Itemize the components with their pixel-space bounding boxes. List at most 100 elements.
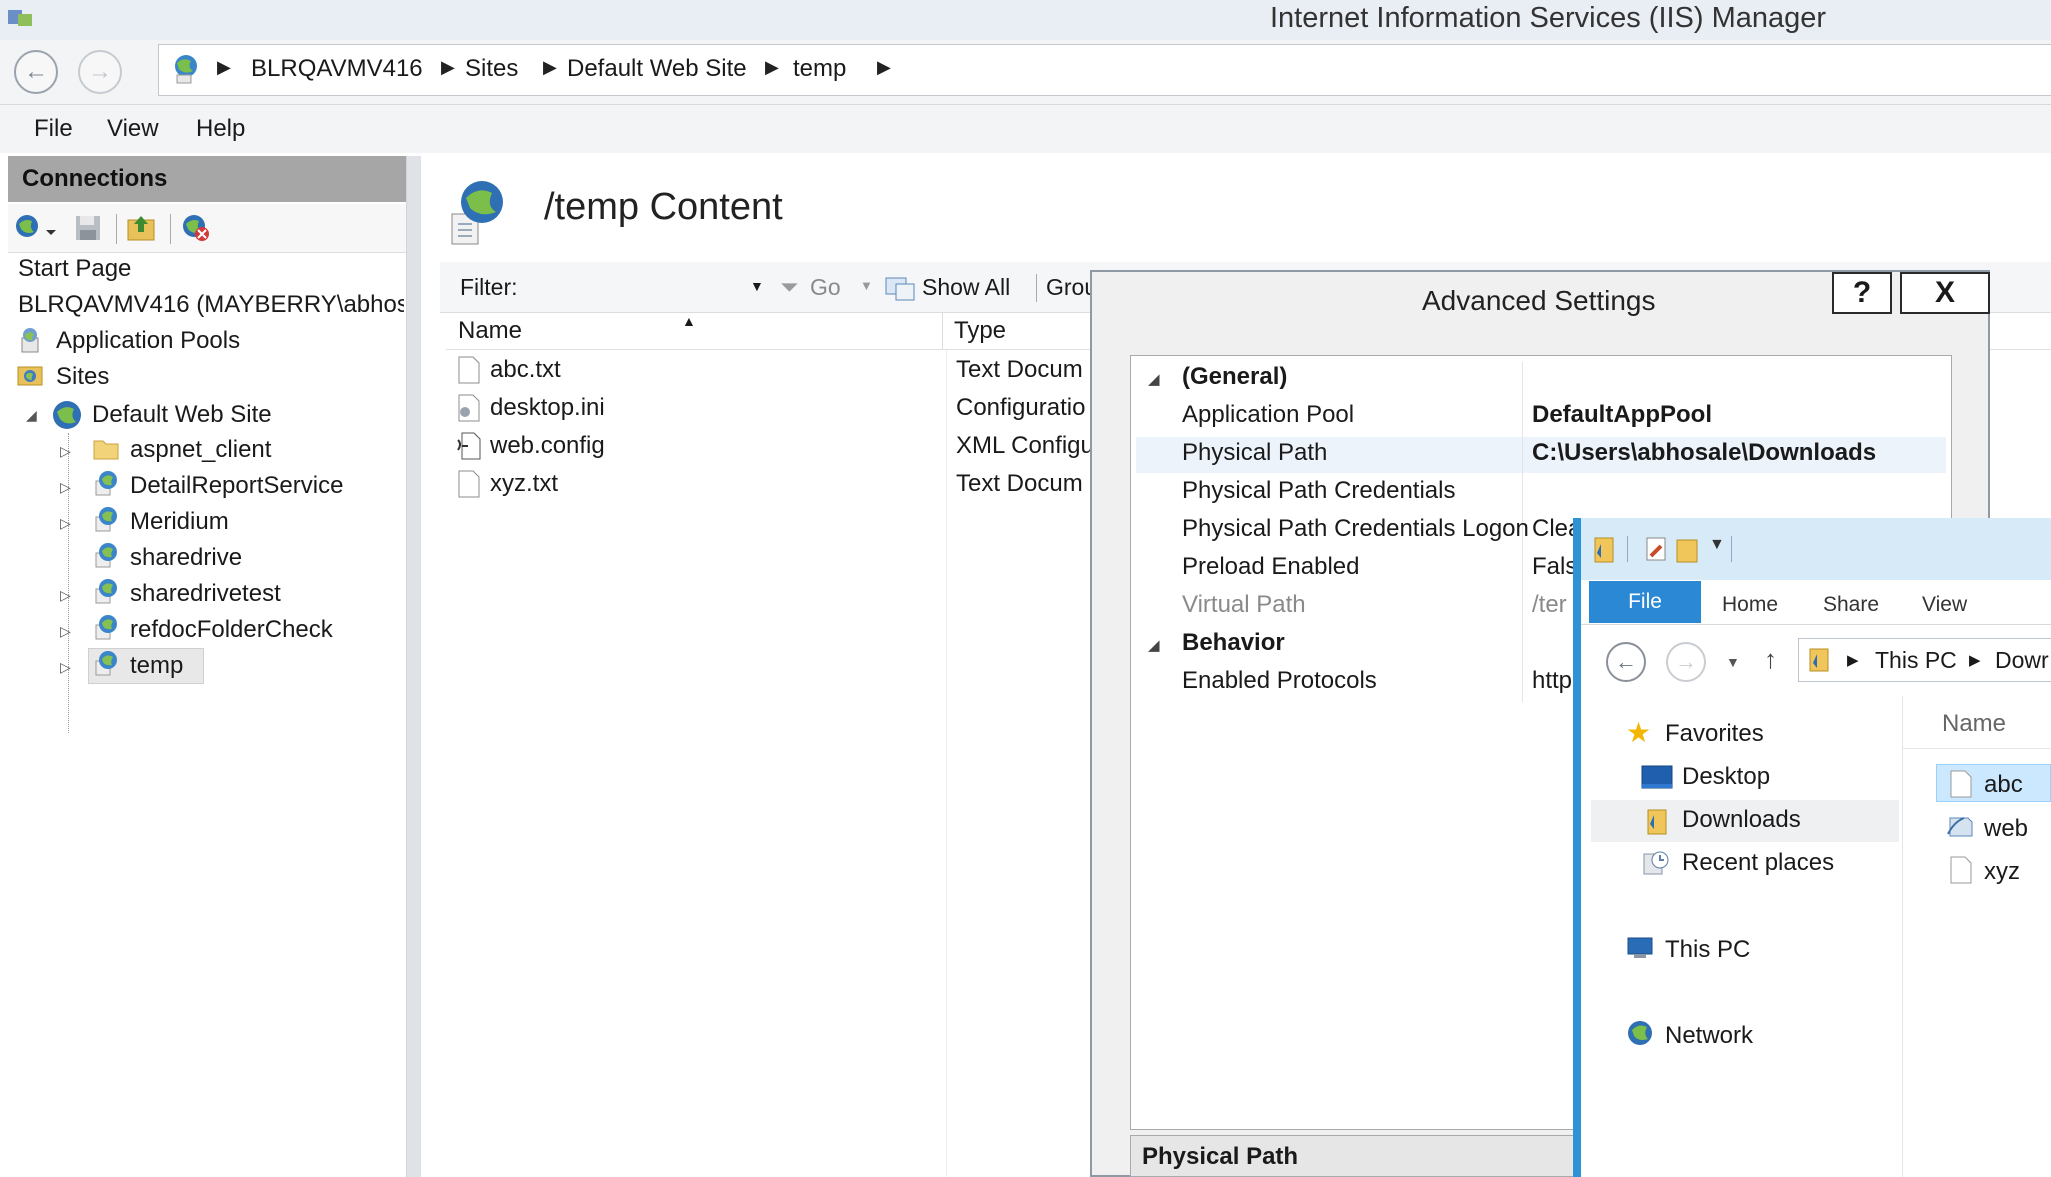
- property-value[interactable]: http: [1532, 667, 1572, 695]
- desktop-icon: [1641, 765, 1673, 789]
- expand-triangle-icon[interactable]: ▷: [60, 587, 71, 604]
- explorer-address-bar[interactable]: ▶ This PC ▶ Dowr: [1798, 638, 2051, 682]
- close-button[interactable]: X: [1900, 272, 1990, 314]
- new-folder-icon[interactable]: [1675, 534, 1699, 564]
- tree-server[interactable]: BLRQAVMV416 (MAYBERRY\abhosal: [18, 291, 404, 319]
- connect-globe-icon[interactable]: [14, 212, 58, 242]
- expand-triangle-icon[interactable]: ▷: [60, 443, 71, 460]
- config-file-icon: [456, 394, 480, 427]
- back-arrow-icon[interactable]: ←: [14, 50, 58, 94]
- collapse-triangle-icon[interactable]: ◢: [1148, 636, 1160, 654]
- nav-this-pc[interactable]: This PC: [1665, 936, 1750, 964]
- toolbar-divider: [170, 214, 171, 244]
- nav-recent-places[interactable]: Recent places: [1682, 849, 1834, 877]
- ribbon-tab-share[interactable]: Share: [1823, 593, 1879, 617]
- menu-file[interactable]: File: [34, 115, 73, 143]
- file-list-item[interactable]: xyz: [1984, 858, 2020, 886]
- help-button[interactable]: ?: [1832, 272, 1892, 314]
- nav-favorites[interactable]: Favorites: [1665, 720, 1764, 748]
- web-application-icon: [92, 541, 120, 569]
- breadcrumb-temp[interactable]: temp: [793, 55, 846, 83]
- property-name[interactable]: Physical Path Credentials: [1182, 477, 1455, 505]
- address-bar[interactable]: ▶ BLRQAVMV416 ▶ Sites ▶ Default Web Site…: [158, 44, 2051, 96]
- tree-aspnet-client[interactable]: aspnet_client: [130, 436, 271, 464]
- expand-triangle-icon[interactable]: ▷: [60, 623, 71, 640]
- breadcrumb-default-web-site[interactable]: Default Web Site: [567, 55, 747, 83]
- file-list-item[interactable]: web: [1984, 815, 2028, 843]
- tree-detailreportservice[interactable]: DetailReportService: [130, 472, 343, 500]
- breadcrumb-separator-icon[interactable]: ▶: [877, 57, 891, 78]
- property-value[interactable]: DefaultAppPool: [1532, 401, 1712, 429]
- explorer-pane-divider[interactable]: [1902, 696, 1903, 1177]
- show-all-button[interactable]: Show All: [922, 274, 1010, 301]
- up-folder-icon[interactable]: [126, 212, 156, 242]
- expand-triangle-icon[interactable]: ▷: [60, 515, 71, 532]
- tree-sharedrive[interactable]: sharedrive: [130, 544, 242, 572]
- file-row-name[interactable]: xyz.txt: [490, 470, 558, 498]
- filter-input[interactable]: [540, 270, 750, 302]
- nav-network[interactable]: Network: [1665, 1022, 1753, 1050]
- header-divider: [1902, 748, 2051, 749]
- toolbar-divider: [116, 214, 117, 244]
- menu-view[interactable]: View: [107, 115, 159, 143]
- go-dropdown-icon[interactable]: ▼: [860, 278, 873, 293]
- panel-splitter[interactable]: [406, 156, 421, 1177]
- file-list-item[interactable]: abc: [1984, 771, 2023, 799]
- ribbon-tab-home[interactable]: Home: [1722, 593, 1778, 617]
- customize-toolbar-icon[interactable]: ▼: [1709, 536, 1725, 554]
- breadcrumb-sites[interactable]: Sites: [465, 55, 518, 83]
- forward-arrow-icon[interactable]: →: [1666, 642, 1706, 682]
- save-icon[interactable]: [74, 214, 102, 242]
- section-behavior[interactable]: Behavior: [1182, 629, 1285, 657]
- property-value[interactable]: C:\Users\abhosale\Downloads: [1532, 439, 1876, 467]
- tree-application-pools[interactable]: Application Pools: [56, 327, 240, 355]
- disconnect-globe-icon[interactable]: [180, 212, 212, 244]
- breadcrumb-server[interactable]: BLRQAVMV416: [251, 55, 423, 83]
- tree-refdocfoldercheck[interactable]: refdocFolderCheck: [130, 616, 333, 644]
- property-name[interactable]: Preload Enabled: [1182, 553, 1359, 581]
- expand-triangle-icon[interactable]: ▷: [60, 479, 71, 496]
- recent-locations-icon[interactable]: ▼: [1726, 654, 1740, 670]
- column-type-header[interactable]: Type: [954, 317, 1006, 345]
- property-value[interactable]: Fals: [1532, 553, 1577, 581]
- nav-downloads[interactable]: Downloads: [1682, 806, 1801, 834]
- go-button[interactable]: Go: [810, 274, 841, 301]
- file-row-name[interactable]: abc.txt: [490, 356, 561, 384]
- section-general[interactable]: (General): [1182, 363, 1287, 391]
- property-name[interactable]: Enabled Protocols: [1182, 667, 1377, 695]
- tree-meridium[interactable]: Meridium: [130, 508, 229, 536]
- property-name[interactable]: Application Pool: [1182, 401, 1354, 429]
- tree-sharedrivetest[interactable]: sharedrivetest: [130, 580, 281, 608]
- tree-default-web-site[interactable]: Default Web Site: [92, 401, 272, 429]
- tree-temp[interactable]: temp: [130, 652, 183, 680]
- property-name[interactable]: Physical Path Credentials Logon: [1182, 515, 1529, 543]
- up-arrow-icon[interactable]: ↑: [1764, 644, 1777, 675]
- breadcrumb-this-pc[interactable]: This PC: [1875, 647, 1957, 674]
- breadcrumb-separator-icon: ▶: [217, 57, 231, 77]
- page-title: /temp Content: [544, 186, 783, 228]
- properties-icon[interactable]: [1643, 534, 1671, 564]
- collapse-triangle-icon[interactable]: ◢: [26, 407, 37, 424]
- forward-arrow-icon[interactable]: →: [78, 50, 122, 94]
- file-row-type: Text Docum: [956, 470, 1083, 497]
- property-name[interactable]: Physical Path: [1182, 439, 1327, 467]
- menu-help[interactable]: Help: [196, 115, 245, 143]
- column-name-header[interactable]: Name: [1942, 710, 2006, 738]
- nav-desktop[interactable]: Desktop: [1682, 763, 1770, 791]
- file-row-type: Configuratio: [956, 394, 1086, 421]
- file-row-name[interactable]: desktop.ini: [490, 394, 605, 422]
- collapse-triangle-icon[interactable]: ◢: [1148, 370, 1160, 388]
- ribbon-tab-file[interactable]: File: [1589, 581, 1701, 623]
- column-divider[interactable]: [942, 313, 943, 349]
- filter-dropdown-icon[interactable]: ▼: [750, 278, 764, 294]
- ribbon-tab-view[interactable]: View: [1922, 593, 1967, 617]
- breadcrumb-downloads[interactable]: Dowr: [1995, 647, 2049, 674]
- iis-app-icon: [8, 8, 34, 28]
- tree-start-page[interactable]: Start Page: [18, 255, 131, 283]
- file-row-name[interactable]: web.config: [490, 432, 605, 460]
- column-name-header[interactable]: Name: [458, 317, 522, 345]
- expand-triangle-icon[interactable]: ▷: [60, 659, 71, 676]
- application-pools-icon: [16, 326, 44, 354]
- tree-sites[interactable]: Sites: [56, 363, 109, 391]
- back-arrow-icon[interactable]: ←: [1606, 642, 1646, 682]
